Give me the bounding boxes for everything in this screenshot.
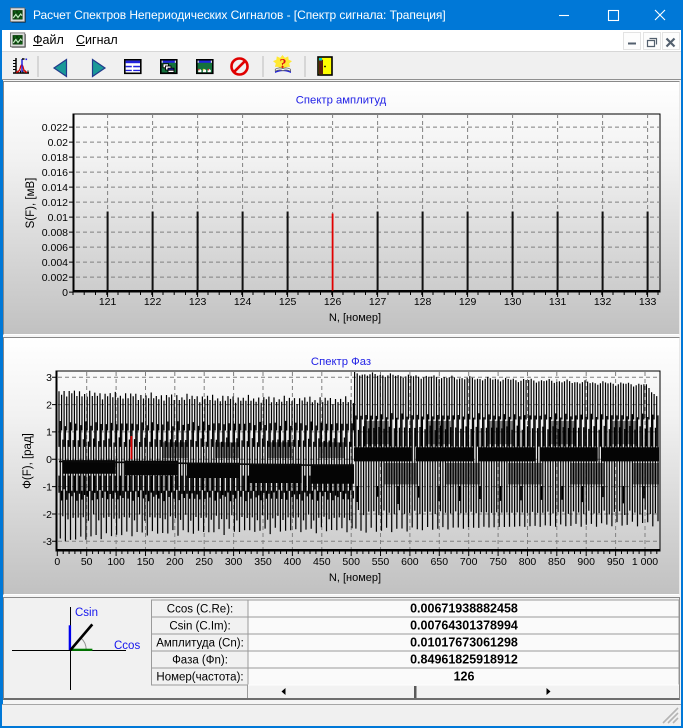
svg-text:126: 126 [454,670,475,684]
svg-text:100: 100 [107,556,125,568]
svg-text:123: 123 [189,296,207,308]
svg-text:S(F), [мВ]: S(F), [мВ] [25,178,37,229]
svg-text:0.01: 0.01 [48,212,69,224]
svg-text:0.01017673061298: 0.01017673061298 [410,636,518,650]
svg-text:?: ? [280,56,287,71]
svg-text:150: 150 [137,556,155,568]
svg-text:450: 450 [313,556,331,568]
svg-text:Csin: Csin [75,607,98,619]
svg-text:650: 650 [431,556,449,568]
svg-text:0.004: 0.004 [42,257,68,269]
svg-text:750: 750 [489,556,507,568]
svg-text:50: 50 [81,556,93,568]
svg-text:0.008: 0.008 [42,227,68,239]
svg-text:0.02: 0.02 [48,137,69,149]
svg-text:950: 950 [607,556,625,568]
svg-text:0.002: 0.002 [42,272,68,284]
svg-text:400: 400 [284,556,302,568]
svg-text:128: 128 [414,296,432,308]
svg-text:1: 1 [46,427,52,439]
svg-text:0.022: 0.022 [42,122,68,134]
svg-text:0.84961825918912: 0.84961825918912 [410,653,518,667]
svg-text:0.014: 0.014 [42,182,68,194]
svg-text:0.018: 0.018 [42,152,68,164]
svg-text:0: 0 [46,454,52,466]
svg-text:600: 600 [401,556,419,568]
svg-text:850: 850 [548,556,566,568]
svg-text:N, [номер]: N, [номер] [329,572,381,584]
svg-text:132: 132 [594,296,612,308]
svg-text:2: 2 [46,399,52,411]
svg-text:0.006: 0.006 [42,242,68,254]
svg-text:124: 124 [234,296,252,308]
svg-text:Фаза (Фn):: Фаза (Фn): [172,655,228,667]
svg-text:0.00764301378994: 0.00764301378994 [410,619,518,633]
svg-text:1 000: 1 000 [632,556,658,568]
svg-text:129: 129 [459,296,477,308]
svg-text:N, [номер]: N, [номер] [329,312,381,324]
svg-text:700: 700 [460,556,478,568]
svg-text:131: 131 [549,296,567,308]
svg-text:-3: -3 [43,536,52,548]
svg-text:127: 127 [369,296,387,308]
svg-text:300: 300 [225,556,243,568]
svg-text:500: 500 [342,556,360,568]
svg-text:125: 125 [279,296,297,308]
svg-text:122: 122 [144,296,162,308]
svg-text:Ccos: Ccos [114,640,140,652]
svg-text:Спектр Фаз: Спектр Фаз [311,356,371,368]
svg-text:Csin (C.Im):: Csin (C.Im): [169,621,230,633]
svg-text:0: 0 [54,556,60,568]
svg-text:250: 250 [195,556,213,568]
svg-text:Спектр амплитуд: Спектр амплитуд [296,95,387,107]
svg-text:550: 550 [372,556,390,568]
svg-text:Номер(частота):: Номер(частота): [156,672,243,684]
svg-text:Амплитуда (Cn):: Амплитуда (Cn): [156,638,244,650]
svg-text:200: 200 [166,556,184,568]
svg-text:130: 130 [504,296,522,308]
svg-text:121: 121 [99,296,117,308]
svg-text:126: 126 [324,296,342,308]
svg-text:0.012: 0.012 [42,197,68,209]
svg-text:133: 133 [639,296,657,308]
svg-text:-1: -1 [43,481,52,493]
svg-text:3: 3 [46,372,52,384]
svg-text:0.016: 0.016 [42,167,68,179]
svg-text:900: 900 [577,556,595,568]
svg-text:800: 800 [519,556,537,568]
svg-text:Ccos (C.Re):: Ccos (C.Re): [167,604,233,616]
svg-text:0.00671938882458: 0.00671938882458 [410,602,518,616]
svg-text:-2: -2 [43,509,52,521]
svg-text:350: 350 [254,556,272,568]
svg-text:0: 0 [62,287,68,299]
svg-text:Ф(F), [рад]: Ф(F), [рад] [22,433,34,489]
